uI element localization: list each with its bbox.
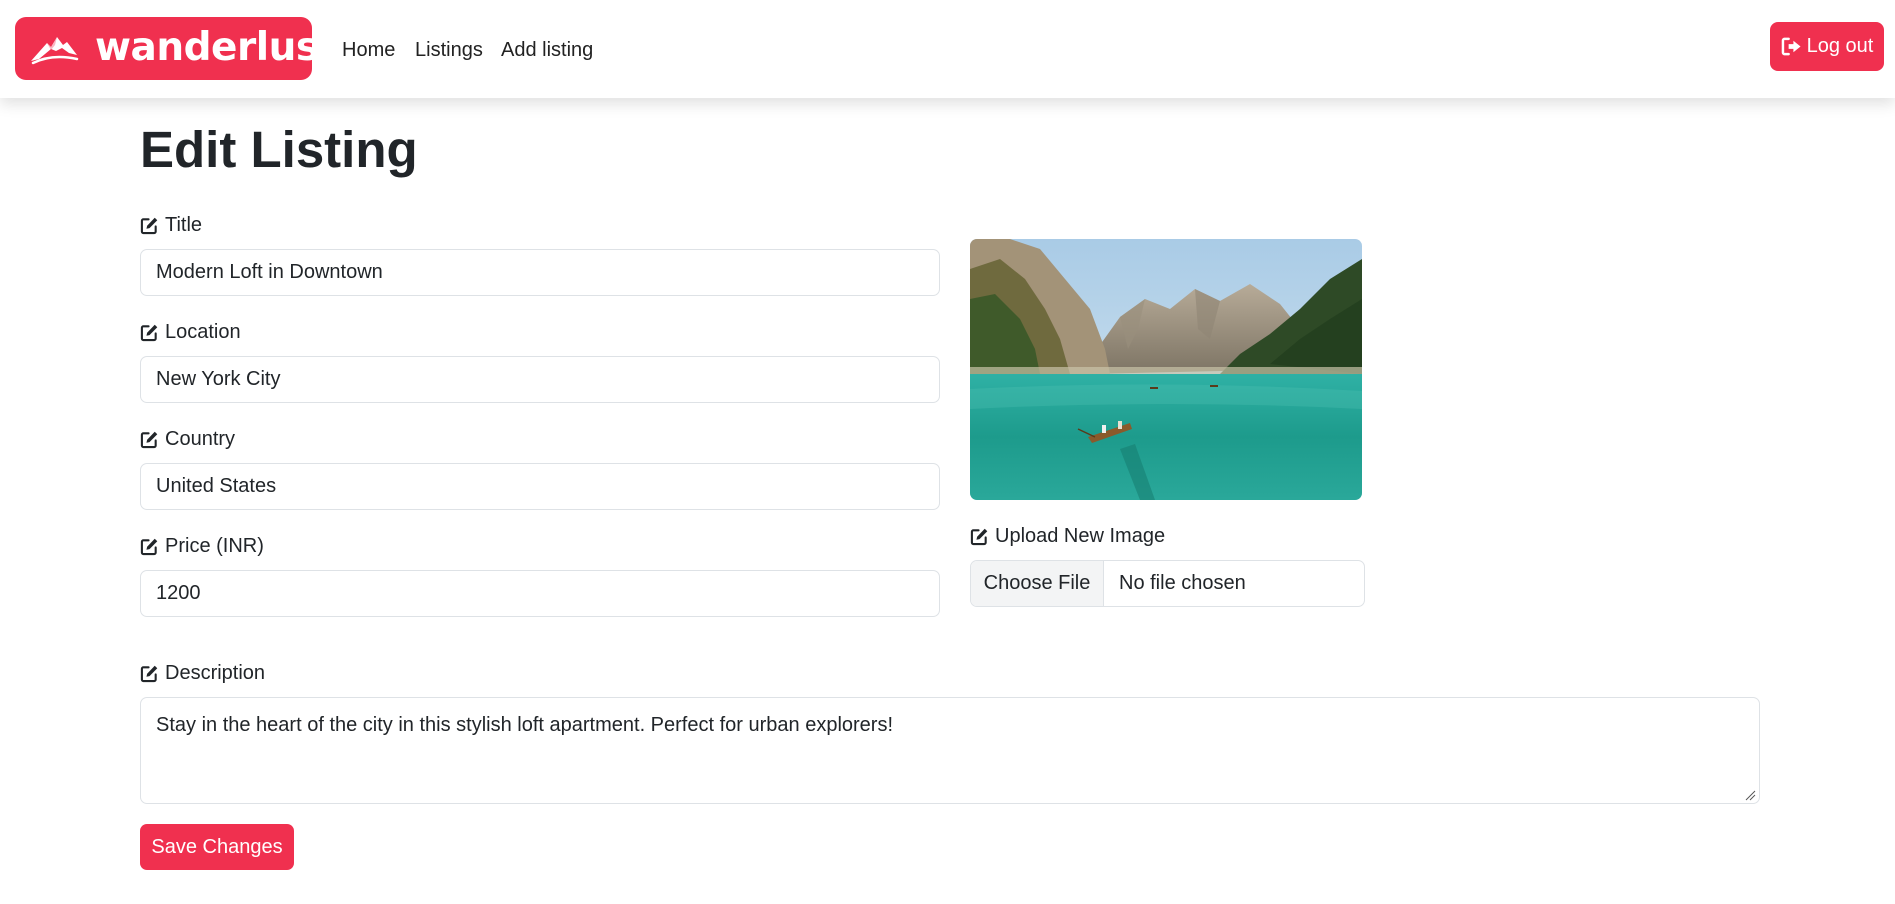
edit-icon xyxy=(140,324,158,341)
logout-label: Log out xyxy=(1806,35,1874,57)
file-status-text: No file chosen xyxy=(1119,572,1246,594)
navbar: wanderlust Home Listings Add listing Log… xyxy=(0,0,1895,98)
resize-handle-icon[interactable] xyxy=(1744,789,1756,801)
edit-icon xyxy=(970,528,988,545)
choose-file-button[interactable]: Choose File xyxy=(971,561,1104,606)
title-label: Title xyxy=(140,212,202,238)
country-label: Country xyxy=(140,426,235,452)
country-label-text: Country xyxy=(165,428,236,450)
location-label-text: Location xyxy=(165,321,241,343)
title-label-text: Title xyxy=(165,214,203,236)
description-label-text: Description xyxy=(165,662,266,684)
location-label: Location xyxy=(140,319,241,345)
save-changes-button[interactable]: Save Changes xyxy=(140,824,294,870)
description-label: Description xyxy=(140,660,265,686)
lake-landscape-image xyxy=(970,239,1362,500)
brand-logo-link[interactable]: wanderlust xyxy=(15,17,337,80)
sign-out-icon xyxy=(1781,37,1801,56)
description-textarea[interactable]: Stay in the heart of the city in this st… xyxy=(140,697,1760,804)
nav-link-add-listing[interactable]: Add listing xyxy=(501,37,593,63)
upload-image-label-text: Upload New Image xyxy=(995,525,1166,547)
nav-link-home[interactable]: Home xyxy=(342,37,395,63)
price-input[interactable] xyxy=(140,570,940,617)
edit-icon xyxy=(140,431,158,448)
brand-name: wanderlust xyxy=(95,25,337,70)
edit-icon xyxy=(140,665,158,682)
logout-button[interactable]: Log out xyxy=(1770,22,1884,71)
price-label-text: Price (INR) xyxy=(165,535,264,557)
upload-image-label: Upload New Image xyxy=(970,523,1165,549)
listing-image-preview xyxy=(970,239,1362,500)
nav-link-listings[interactable]: Listings xyxy=(415,37,483,63)
mountain-logo-icon xyxy=(31,37,79,65)
edit-icon xyxy=(140,538,158,555)
country-input[interactable] xyxy=(140,463,940,510)
page-title: Edit Listing xyxy=(140,121,418,178)
edit-icon xyxy=(140,217,158,234)
title-input[interactable] xyxy=(140,249,940,296)
image-file-input[interactable]: Choose File No file chosen xyxy=(970,560,1365,607)
price-label: Price (INR) xyxy=(140,533,264,559)
location-input[interactable] xyxy=(140,356,940,403)
